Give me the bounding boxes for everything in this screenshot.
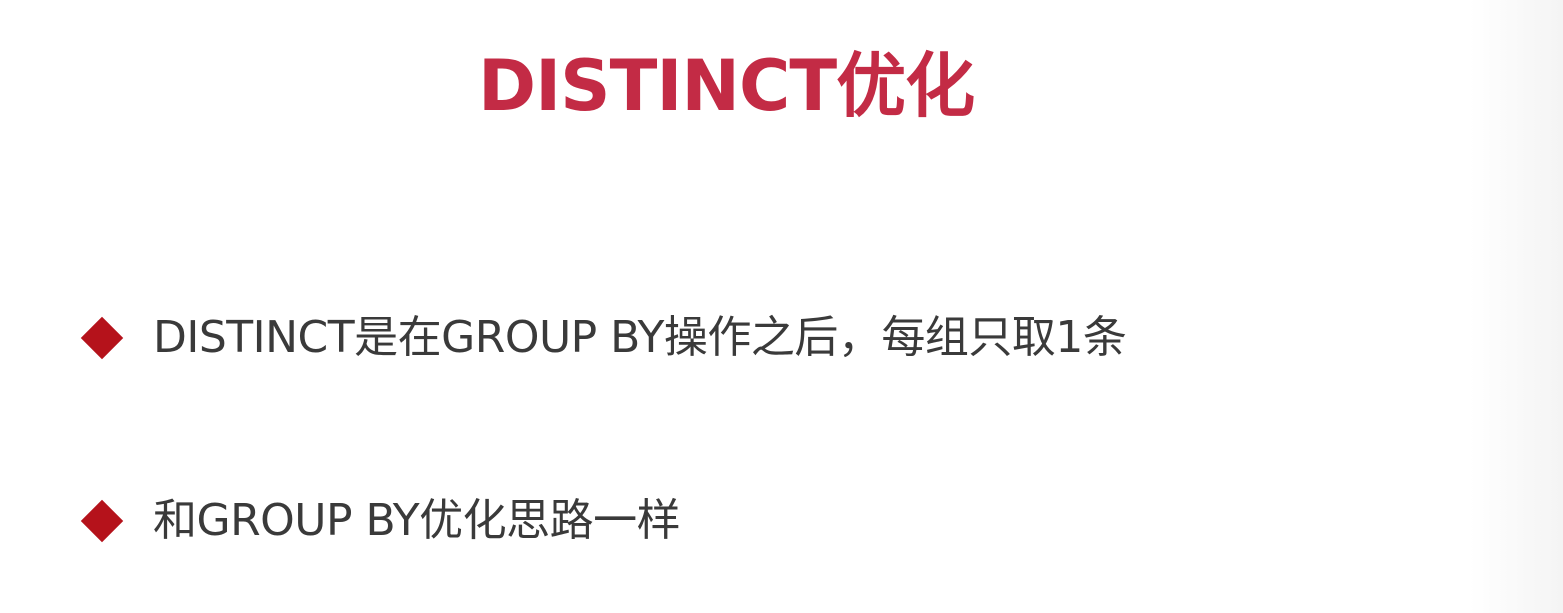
- bullet-item: DISTINCT是在GROUP BY操作之后，每组只取1条: [80, 298, 1127, 378]
- slide-title: DISTINCT优化: [478, 45, 975, 127]
- bullet-text: 和GROUP BY优化思路一样: [153, 495, 681, 546]
- bullet-item: 和GROUP BY优化思路一样: [80, 481, 681, 561]
- diamond-bullet-icon: [80, 316, 124, 360]
- diamond-bullet-icon: [80, 499, 124, 543]
- slide: DISTINCT优化 DISTINCT是在GROUP BY操作之后，每组只取1条…: [0, 0, 1563, 613]
- bullet-text: DISTINCT是在GROUP BY操作之后，每组只取1条: [153, 312, 1127, 363]
